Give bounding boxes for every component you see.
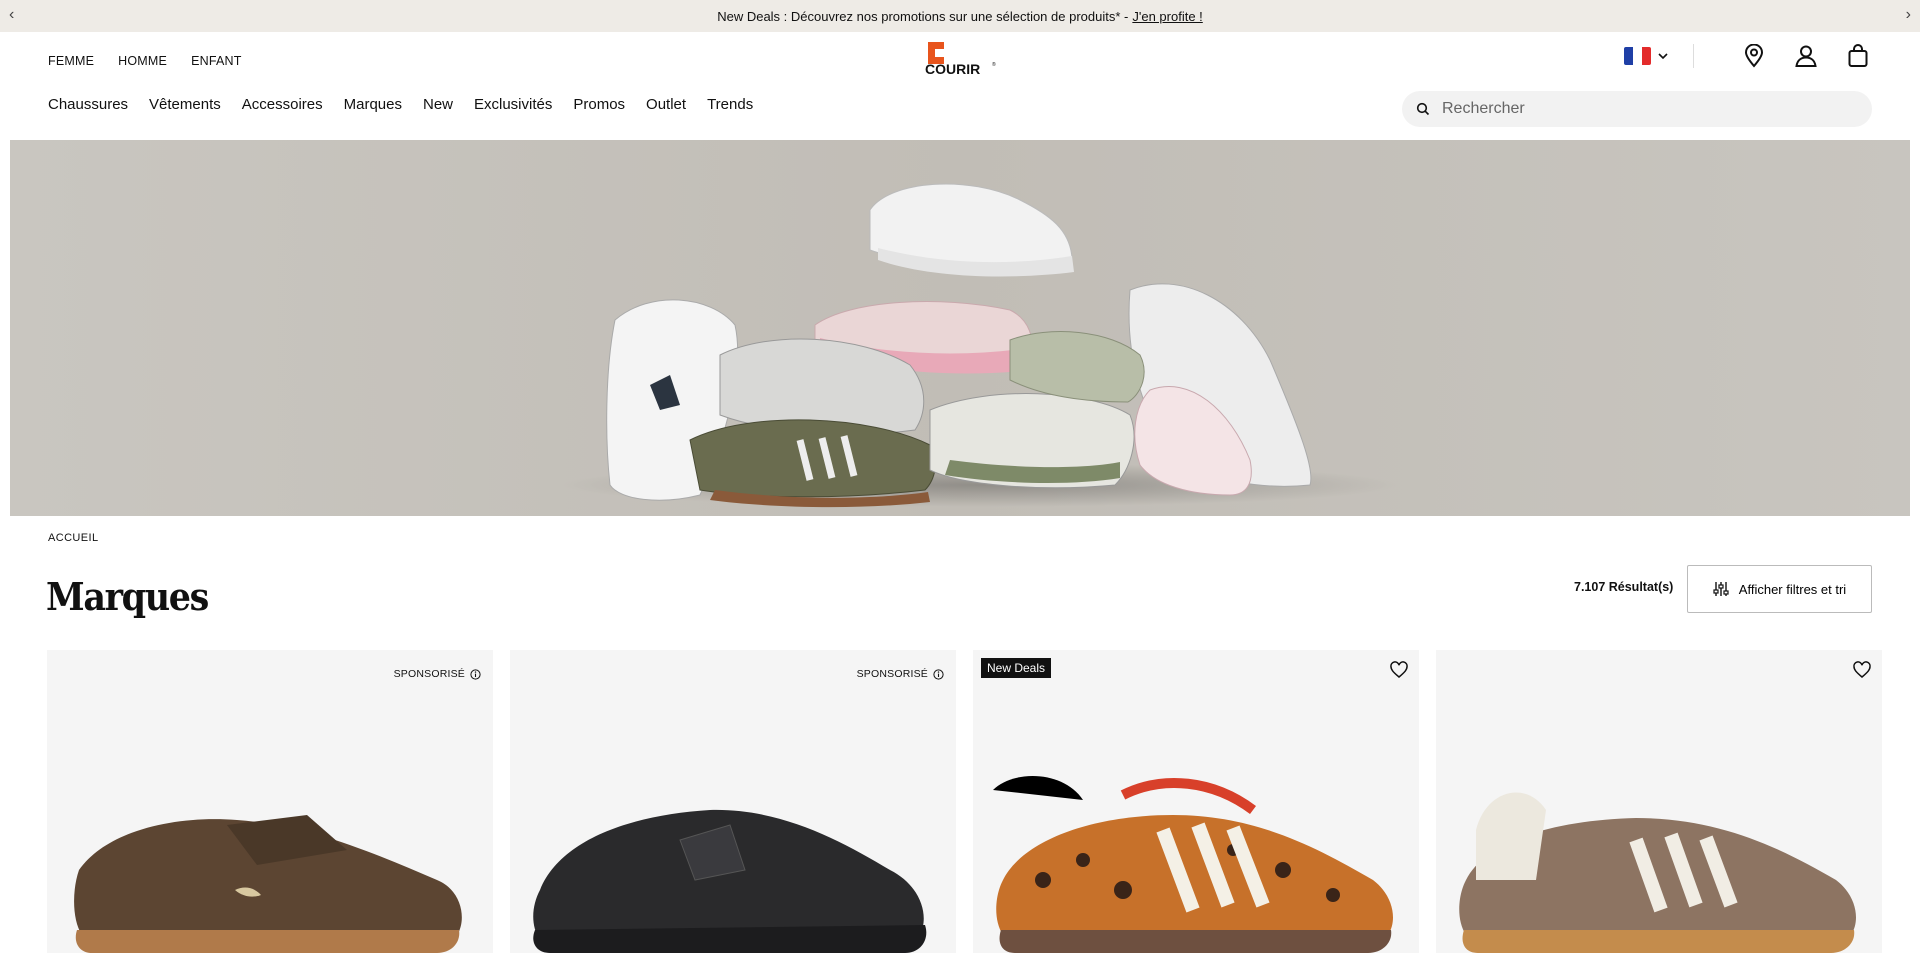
nav-marques[interactable]: Marques <box>344 96 402 113</box>
search-icon <box>1416 102 1430 116</box>
logo-text: COURIR <box>925 61 980 76</box>
promo-link[interactable]: J'en profite ! <box>1132 9 1202 24</box>
search-input[interactable] <box>1442 100 1842 118</box>
product-card[interactable]: SPONSORISÉ <box>47 650 493 953</box>
breadcrumb[interactable]: ACCUEIL <box>48 532 98 544</box>
nav-chaussures[interactable]: Chaussures <box>48 96 128 113</box>
product-image <box>993 776 1393 953</box>
nav-accessoires[interactable]: Accessoires <box>242 96 323 113</box>
hero-banner-image <box>10 140 1910 516</box>
gender-nav-homme[interactable]: HOMME <box>118 54 167 68</box>
gender-nav-femme[interactable]: FEMME <box>48 54 94 68</box>
store-locator-icon[interactable] <box>1740 42 1768 70</box>
product-card[interactable]: New Deals <box>973 650 1419 953</box>
country-selector[interactable] <box>1624 47 1669 65</box>
search-bar[interactable] <box>1402 91 1872 127</box>
new-deals-badge: New Deals <box>981 658 1052 678</box>
chevron-down-icon <box>1658 53 1668 60</box>
product-image <box>533 809 927 953</box>
nav-exclusivites[interactable]: Exclusivités <box>474 96 552 113</box>
wishlist-heart-icon[interactable] <box>1852 660 1872 680</box>
info-icon[interactable] <box>933 668 944 680</box>
gender-nav-enfant[interactable]: ENFANT <box>191 54 242 68</box>
promo-banner: ‹ New Deals : Découvrez nos promotions s… <box>0 0 1920 32</box>
product-image <box>74 815 462 953</box>
main-nav: Chaussures Vêtements Accessoires Marques… <box>48 96 774 113</box>
nav-promos[interactable]: Promos <box>573 96 625 113</box>
nav-new[interactable]: New <box>423 96 453 113</box>
flag-fr-icon <box>1624 47 1651 65</box>
results-count: 7.107 Résultat(s) <box>1574 580 1674 594</box>
promo-prev-arrow-icon[interactable]: ‹ <box>9 7 14 23</box>
filters-button-label: Afficher filtres et tri <box>1738 581 1847 597</box>
header-icons <box>1624 42 1872 70</box>
product-card[interactable] <box>1436 650 1882 953</box>
sponsored-label: SPONSORISÉ <box>857 668 944 680</box>
courir-logo[interactable]: COURIR ® <box>924 40 996 77</box>
svg-text:®: ® <box>992 61 996 68</box>
filters-icon <box>1713 582 1729 596</box>
promo-next-arrow-icon[interactable]: › <box>1906 7 1911 23</box>
cart-icon[interactable] <box>1844 42 1872 70</box>
gender-nav: FEMME HOMME ENFANT <box>48 54 242 68</box>
header-divider <box>1693 44 1694 68</box>
info-icon[interactable] <box>470 668 481 680</box>
nav-vetements[interactable]: Vêtements <box>149 96 221 113</box>
sponsored-text: SPONSORISÉ <box>856 668 928 680</box>
nav-trends[interactable]: Trends <box>707 96 753 113</box>
product-card[interactable]: SPONSORISÉ <box>510 650 956 953</box>
filters-button[interactable]: Afficher filtres et tri <box>1687 565 1872 613</box>
sponsored-text: SPONSORISÉ <box>393 668 465 680</box>
promo-text: New Deals : Découvrez nos promotions sur… <box>717 8 1129 24</box>
nav-outlet[interactable]: Outlet <box>646 96 686 113</box>
product-image <box>1459 792 1856 953</box>
wishlist-heart-icon[interactable] <box>1389 660 1409 680</box>
sponsored-label: SPONSORISÉ <box>394 668 481 680</box>
page-title: Marques <box>46 574 209 619</box>
account-icon[interactable] <box>1792 42 1820 70</box>
